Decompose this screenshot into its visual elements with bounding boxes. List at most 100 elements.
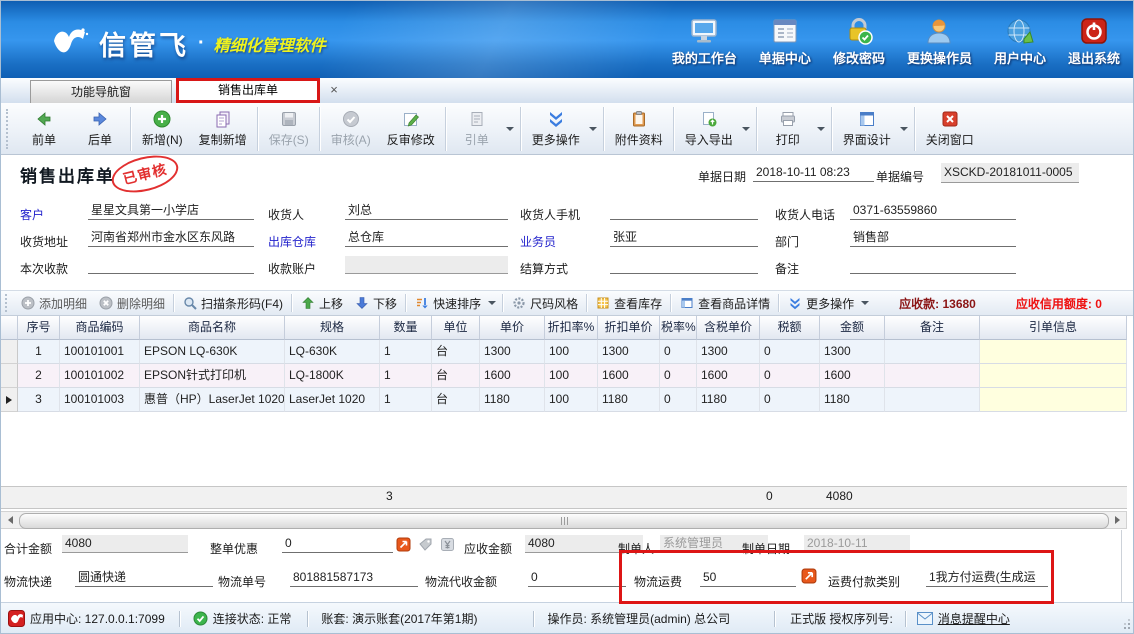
detail-more-actions-button[interactable]: 更多操作 [782, 295, 860, 312]
grid-cell[interactable]: 1600 [697, 364, 760, 388]
close-window-button[interactable]: 关闭窗口 [918, 104, 982, 154]
grid-cell[interactable]: 1600 [820, 364, 885, 388]
discount-calc-icon[interactable] [396, 537, 411, 552]
grid-header[interactable]: 商品名称 [140, 316, 285, 340]
grid-cell[interactable]: 1300 [480, 340, 545, 364]
copy-add-button[interactable]: 复制新增 [191, 104, 255, 154]
grid-header[interactable]: 金额 [820, 316, 885, 340]
doc-center-button[interactable]: 单据中心 [759, 16, 811, 67]
cod-amount-field[interactable]: 0 [528, 569, 626, 587]
prev-doc-button[interactable]: 前单 [16, 104, 72, 154]
grid-cell[interactable]: EPSON针式打印机 [140, 364, 285, 388]
move-down-button[interactable]: 下移 [349, 295, 403, 312]
salesman-field[interactable]: 张亚 [610, 229, 758, 247]
grid-cell[interactable]: 100 [545, 340, 598, 364]
phone-field[interactable]: 0371-63559860 [850, 202, 1016, 220]
tab-sales-outbound[interactable]: 销售出库单 [176, 78, 320, 103]
scan-barcode-button[interactable]: 扫描条形码(F4) [177, 295, 289, 312]
consignee-field[interactable]: 刘总 [345, 202, 508, 220]
grid-cell[interactable]: 100101001 [60, 340, 140, 364]
import-export-button[interactable]: 导入导出 [677, 104, 741, 154]
move-up-button[interactable]: 上移 [295, 295, 349, 312]
grid-cell[interactable]: 100101003 [60, 388, 140, 412]
grid-cell[interactable]: 1180 [820, 388, 885, 412]
grid-header[interactable]: 单位 [432, 316, 480, 340]
horizontal-scrollbar[interactable] [0, 511, 1127, 529]
grid-cell[interactable]: 1 [380, 364, 432, 388]
chevron-down-icon[interactable] [817, 127, 825, 131]
freight-field[interactable]: 50 [700, 569, 796, 587]
grid-cell[interactable] [980, 364, 1127, 388]
view-product-detail-button[interactable]: 查看商品详情 [674, 295, 776, 312]
grid-cell[interactable]: LQ-1800K [285, 364, 380, 388]
grid-cell[interactable]: 3 [18, 388, 60, 412]
chevron-down-icon[interactable] [589, 127, 597, 131]
grid-cell[interactable]: 0 [760, 364, 820, 388]
user-center-button[interactable]: 用户中心 [994, 16, 1046, 67]
grid-cell[interactable]: 100 [545, 388, 598, 412]
grid-cell[interactable]: 台 [432, 364, 480, 388]
add-new-button[interactable]: 新增(N) [134, 104, 191, 154]
grid-cell[interactable]: 1180 [598, 388, 660, 412]
grid-cell[interactable]: 1180 [697, 388, 760, 412]
scroll-right-button[interactable] [1109, 513, 1125, 527]
grid-cell[interactable]: 1300 [598, 340, 660, 364]
grid-header[interactable]: 含税单价 [697, 316, 760, 340]
grid-cell[interactable]: LaserJet 1020 [285, 388, 380, 412]
chevron-down-icon[interactable] [488, 301, 496, 305]
grid-cell[interactable]: 惠普（HP）LaserJet 1020 [140, 388, 285, 412]
grid-cell[interactable]: 0 [660, 340, 697, 364]
warehouse-label[interactable]: 出库仓库 [268, 233, 316, 250]
chevron-down-icon[interactable] [900, 127, 908, 131]
print-button[interactable]: 打印 [760, 104, 816, 154]
tracking-no-field[interactable]: 801881587173 [290, 569, 418, 587]
grid-header[interactable]: 单价 [480, 316, 545, 340]
grid-header[interactable]: 折扣单价 [598, 316, 660, 340]
grid-cell[interactable]: 0 [760, 388, 820, 412]
grid-cell[interactable] [885, 388, 980, 412]
grid-header[interactable]: 税额 [760, 316, 820, 340]
freight-pay-type-field[interactable]: 1我方付运费(生成运 [926, 569, 1048, 587]
chevron-down-icon[interactable] [506, 127, 514, 131]
grid-header[interactable]: 折扣率% [545, 316, 598, 340]
customer-label[interactable]: 客户 [20, 206, 44, 223]
grid-cell[interactable]: 100 [545, 364, 598, 388]
grid-cell[interactable]: 0 [760, 340, 820, 364]
ui-design-button[interactable]: 界面设计 [835, 104, 899, 154]
grid-cell[interactable]: 1600 [598, 364, 660, 388]
switch-operator-button[interactable]: 更换操作员 [907, 16, 972, 67]
mobile-field[interactable] [610, 202, 758, 220]
grid-cell[interactable] [885, 340, 980, 364]
exit-system-button[interactable]: 退出系统 [1068, 16, 1120, 67]
dept-field[interactable]: 销售部 [850, 229, 1016, 247]
grid-cell[interactable]: 0 [660, 388, 697, 412]
discount-field[interactable]: 0 [282, 535, 393, 553]
unaudit-button[interactable]: 反审修改 [379, 104, 443, 154]
scroll-left-button[interactable] [2, 513, 18, 527]
next-doc-button[interactable]: 后单 [72, 104, 128, 154]
scrollbar-thumb[interactable] [19, 513, 1109, 529]
workstation-button[interactable]: 我的工作台 [672, 16, 737, 67]
salesman-label[interactable]: 业务员 [520, 233, 556, 250]
chevron-down-icon[interactable] [742, 127, 750, 131]
customer-field[interactable]: 星星文具第一小学店 [88, 202, 254, 220]
address-field[interactable]: 河南省郑州市金水区东风路 [88, 229, 254, 247]
grid-cell[interactable]: EPSON LQ-630K [140, 340, 285, 364]
size-style-button[interactable]: 尺码风格 [506, 295, 584, 312]
grid-cell[interactable]: LQ-630K [285, 340, 380, 364]
grid-cell[interactable]: 2 [18, 364, 60, 388]
tab-close-icon[interactable]: × [326, 81, 342, 99]
freight-calc-icon[interactable] [801, 568, 817, 584]
doc-date-field[interactable]: 2018-10-11 08:23 [753, 164, 874, 182]
tab-function-nav[interactable]: 功能导航窗 [30, 80, 172, 103]
grid-header[interactable]: 商品编码 [60, 316, 140, 340]
grid-cell[interactable]: 1 [380, 388, 432, 412]
courier-field[interactable]: 圆通快递 [75, 569, 213, 587]
view-stock-button[interactable]: 查看库存 [590, 295, 668, 312]
receipt-field[interactable] [88, 256, 254, 274]
grid-header[interactable]: 备注 [885, 316, 980, 340]
chevron-down-icon[interactable] [861, 301, 869, 305]
grid-cell[interactable]: 1 [380, 340, 432, 364]
grid-cell[interactable]: 1 [18, 340, 60, 364]
remark-field[interactable] [850, 256, 1016, 274]
